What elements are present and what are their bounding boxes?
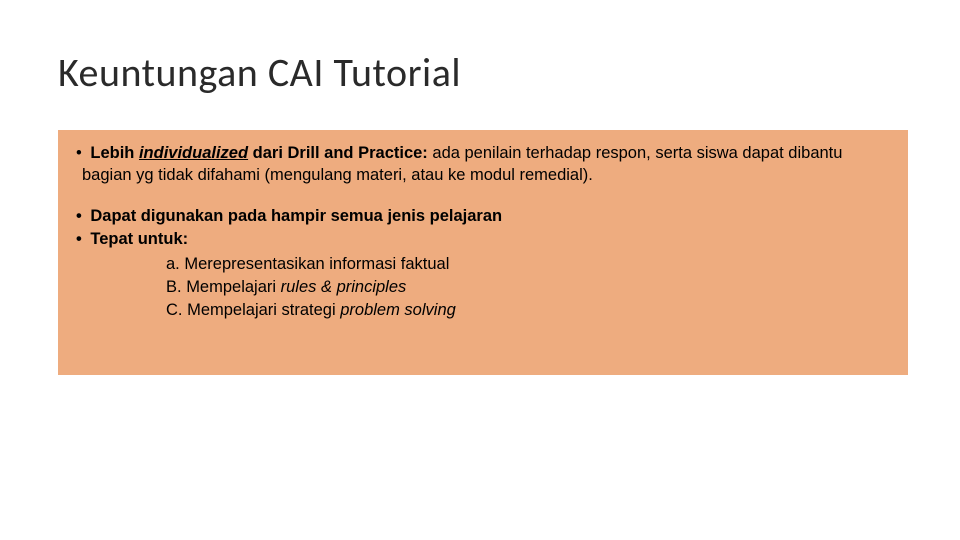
- slide-title: Keuntungan CAI Tutorial: [58, 48, 461, 97]
- content-box: • Lebih individualized dari Drill and Pr…: [58, 130, 908, 375]
- bullet-2-text: Dapat digunakan pada hampir semua jenis …: [86, 207, 502, 225]
- sub-c-ital: problem solving: [340, 301, 456, 319]
- sub-c: C. Mempelajari strategi problem solving: [166, 299, 890, 322]
- bullet-3-marker: •: [76, 230, 86, 248]
- sub-b-label: B.: [166, 278, 186, 296]
- bullet-2-marker: •: [76, 207, 86, 225]
- slide: Keuntungan CAI Tutorial • Lebih individu…: [0, 0, 960, 540]
- sub-b-pre: Mempelajari: [186, 278, 280, 296]
- bullet-1: • Lebih individualized dari Drill and Pr…: [76, 142, 890, 187]
- bullet-1-individualized: individualized: [139, 144, 248, 162]
- sub-b: B. Mempelajari rules & principles: [166, 276, 890, 299]
- bullet-3-text: Tepat untuk:: [86, 230, 188, 248]
- sub-a: a. Merepresentasikan informasi faktual: [166, 253, 890, 276]
- sub-a-text: Merepresentasikan informasi faktual: [184, 255, 449, 273]
- sub-c-pre: Mempelajari strategi: [187, 301, 340, 319]
- sub-b-ital: rules & principles: [281, 278, 407, 296]
- bullet-3: • Tepat untuk:: [76, 228, 890, 251]
- bullet-1-marker: •: [76, 144, 86, 162]
- bullet-1-bold-tail: dari Drill and Practice:: [248, 144, 428, 162]
- sub-a-label: a.: [166, 255, 184, 273]
- bullet-1-bold-lead: Lebih: [90, 144, 139, 162]
- sublist: a. Merepresentasikan informasi faktual B…: [76, 253, 890, 322]
- bullet-2: • Dapat digunakan pada hampir semua jeni…: [76, 205, 890, 228]
- sub-c-label: C.: [166, 301, 187, 319]
